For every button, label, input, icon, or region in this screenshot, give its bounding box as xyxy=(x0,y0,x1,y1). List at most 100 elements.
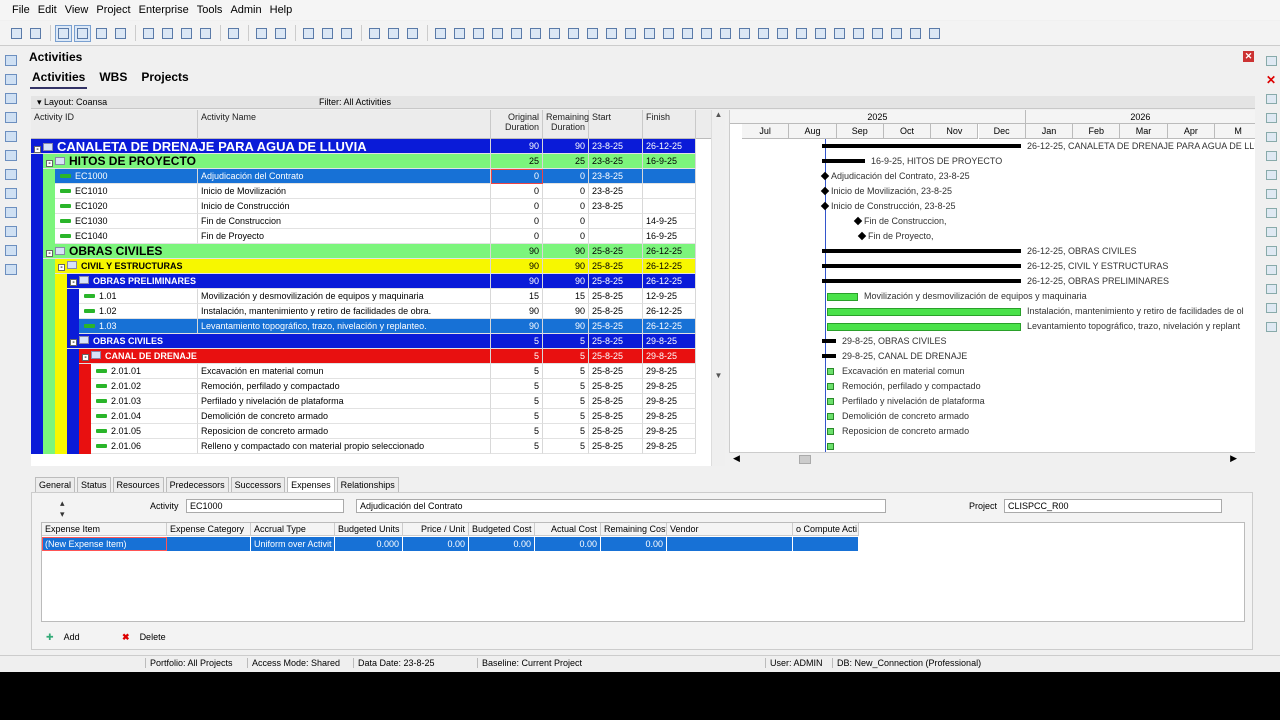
resource-icon[interactable] xyxy=(1265,170,1277,180)
reports-icon[interactable] xyxy=(5,245,17,256)
original-duration-cell[interactable]: 5 xyxy=(491,409,543,424)
remaining-duration-cell[interactable]: 5 xyxy=(543,409,589,424)
expenses-icon[interactable] xyxy=(5,226,17,237)
finish-cell[interactable]: 26-12-25 xyxy=(643,274,696,289)
wbs-row[interactable]: - CANAL DE DRENAJE 5 5 25-8-25 29-8-25 xyxy=(31,349,696,364)
chart-icon[interactable] xyxy=(385,25,402,42)
level-icon[interactable] xyxy=(319,25,336,42)
activity-id-cell[interactable]: - OBRAS PRELIMINARES xyxy=(67,274,491,289)
toolbar-tool-icon[interactable] xyxy=(736,25,753,42)
activity-id-cell[interactable]: 2.01.05 xyxy=(91,424,198,439)
activity-id-cell[interactable]: EC1020 xyxy=(55,199,198,214)
wbs-row[interactable]: - HITOS DE PROYECTO 25 25 23-8-25 16-9-25 xyxy=(31,154,696,169)
expense-cell[interactable]: 0.000 xyxy=(335,537,403,551)
toolbar-tool-icon[interactable] xyxy=(717,25,734,42)
move-left-icon[interactable] xyxy=(1265,303,1277,313)
start-cell[interactable]: 25-8-25 xyxy=(589,259,643,274)
activity-row[interactable]: EC1030 Fin de Construccion 0 0 14-9-25 xyxy=(31,214,696,229)
original-duration-cell[interactable]: 5 xyxy=(491,394,543,409)
spotlight-icon[interactable] xyxy=(159,25,176,42)
finish-cell[interactable]: 26-12-25 xyxy=(643,319,696,334)
toolbar-tool-icon[interactable] xyxy=(926,25,943,42)
original-duration-cell[interactable]: 90 xyxy=(491,319,543,334)
remaining-duration-cell[interactable]: 0 xyxy=(543,214,589,229)
zoom-in-icon[interactable] xyxy=(253,25,270,42)
activity-name-cell[interactable]: Instalación, mantenimiento y retiro de f… xyxy=(198,304,491,319)
activity-id-cell[interactable]: - CIVIL Y ESTRUCTURAS xyxy=(55,259,491,274)
toolbar-tool-icon[interactable] xyxy=(888,25,905,42)
wbs-row[interactable]: - OBRAS PRELIMINARES 90 90 25-8-25 26-12-25 xyxy=(31,274,696,289)
toolbar-tool-icon[interactable] xyxy=(850,25,867,42)
layout-options-icon[interactable] xyxy=(112,25,129,42)
finish-cell[interactable] xyxy=(643,199,696,214)
expense-col-header[interactable]: Budgeted Cost xyxy=(469,523,535,536)
finish-cell[interactable]: 29-8-25 xyxy=(643,349,696,364)
remaining-duration-cell[interactable]: 90 xyxy=(543,274,589,289)
tab-status[interactable]: Status xyxy=(77,477,111,493)
finish-cell[interactable]: 26-12-25 xyxy=(643,304,696,319)
tab-activities[interactable]: Activities xyxy=(30,69,88,89)
activity-name-cell[interactable]: Excavación en material comun xyxy=(198,364,491,379)
col-original-duration[interactable]: Original Duration xyxy=(491,110,543,139)
issues-icon[interactable] xyxy=(5,169,17,180)
schedule-icon[interactable] xyxy=(300,25,317,42)
activity-name-cell[interactable]: Remoción, perfilado y compactado xyxy=(198,379,491,394)
toolbar-tool-icon[interactable] xyxy=(831,25,848,42)
activity-row[interactable]: 2.01.06 Relleno y compactado con material… xyxy=(31,439,696,454)
original-duration-cell[interactable]: 90 xyxy=(491,139,543,154)
activity-id-cell[interactable]: 2.01.03 xyxy=(91,394,198,409)
remaining-duration-cell[interactable]: 5 xyxy=(543,364,589,379)
original-duration-cell[interactable]: 5 xyxy=(491,424,543,439)
activity-row[interactable]: EC1020 Inicio de Construcción 0 0 23-8-25 xyxy=(31,199,696,214)
wbs-row[interactable]: - OBRAS CIVILES 90 90 25-8-25 26-12-25 xyxy=(31,244,696,259)
finish-cell[interactable]: 12-9-25 xyxy=(643,289,696,304)
start-cell[interactable]: 23-8-25 xyxy=(589,154,643,169)
start-cell[interactable]: 25-8-25 xyxy=(589,409,643,424)
summary-bar[interactable] xyxy=(822,354,836,358)
activity-name-cell[interactable]: Relleno y compactado con material propio… xyxy=(198,439,491,454)
toolbar-tool-icon[interactable] xyxy=(508,25,525,42)
original-duration-cell[interactable]: 5 xyxy=(491,379,543,394)
summary-bar[interactable] xyxy=(822,249,1021,253)
finish-cell[interactable]: 26-12-25 xyxy=(643,259,696,274)
activity-id-cell[interactable]: 1.01 xyxy=(79,289,198,304)
start-cell[interactable]: 25-8-25 xyxy=(589,439,643,454)
paste-icon[interactable] xyxy=(1265,132,1277,142)
remaining-duration-cell[interactable]: 5 xyxy=(543,439,589,454)
start-cell[interactable]: 25-8-25 xyxy=(589,304,643,319)
activity-id-cell[interactable]: 2.01.04 xyxy=(91,409,198,424)
work-products-icon[interactable] xyxy=(5,207,17,218)
summary-bar[interactable] xyxy=(822,144,1021,148)
original-duration-cell[interactable]: 90 xyxy=(491,274,543,289)
tab-relationships[interactable]: Relationships xyxy=(336,477,399,493)
window-icon[interactable] xyxy=(404,25,421,42)
spinner-icon[interactable]: ▴ ▾ xyxy=(60,498,65,520)
start-cell[interactable]: 25-8-25 xyxy=(589,319,643,334)
tab-successors[interactable]: Successors xyxy=(230,477,286,493)
summary-bar[interactable] xyxy=(822,264,1021,268)
start-cell[interactable]: 25-8-25 xyxy=(589,379,643,394)
toolbar-tool-icon[interactable] xyxy=(869,25,886,42)
menu-file[interactable]: File xyxy=(12,4,30,16)
activity-name-field[interactable]: Adjudicación del Contrato xyxy=(356,499,886,513)
expense-cell[interactable]: 0.00 xyxy=(601,537,667,551)
col-activity-id[interactable]: Activity ID xyxy=(31,110,198,139)
activity-row[interactable]: 1.03 Levantamiento topográfico, trazo, ni… xyxy=(31,319,696,334)
toolbar-tool-icon[interactable] xyxy=(470,25,487,42)
resources-icon[interactable] xyxy=(5,131,17,142)
wbs-row[interactable]: - OBRAS CIVILES 5 5 25-8-25 29-8-25 xyxy=(31,334,696,349)
move-up-icon[interactable] xyxy=(1265,265,1277,275)
eps-icon[interactable] xyxy=(5,74,17,85)
activity-bar[interactable] xyxy=(827,428,834,435)
activity-row[interactable]: 2.01.02 Remoción, perfilado y compactado 5… xyxy=(31,379,696,394)
expense-cell[interactable]: 0.00 xyxy=(535,537,601,551)
tab-general[interactable]: General xyxy=(35,477,76,493)
remaining-duration-cell[interactable]: 90 xyxy=(543,139,589,154)
menu-edit[interactable]: Edit xyxy=(38,4,57,16)
remaining-duration-cell[interactable]: 5 xyxy=(543,394,589,409)
tab-wbs[interactable]: WBS xyxy=(97,69,129,89)
remaining-duration-cell[interactable]: 90 xyxy=(543,244,589,259)
activity-id-cell[interactable]: 2.01.01 xyxy=(91,364,198,379)
activity-bar[interactable] xyxy=(827,413,834,420)
expense-cell[interactable]: 0.00 xyxy=(403,537,469,551)
